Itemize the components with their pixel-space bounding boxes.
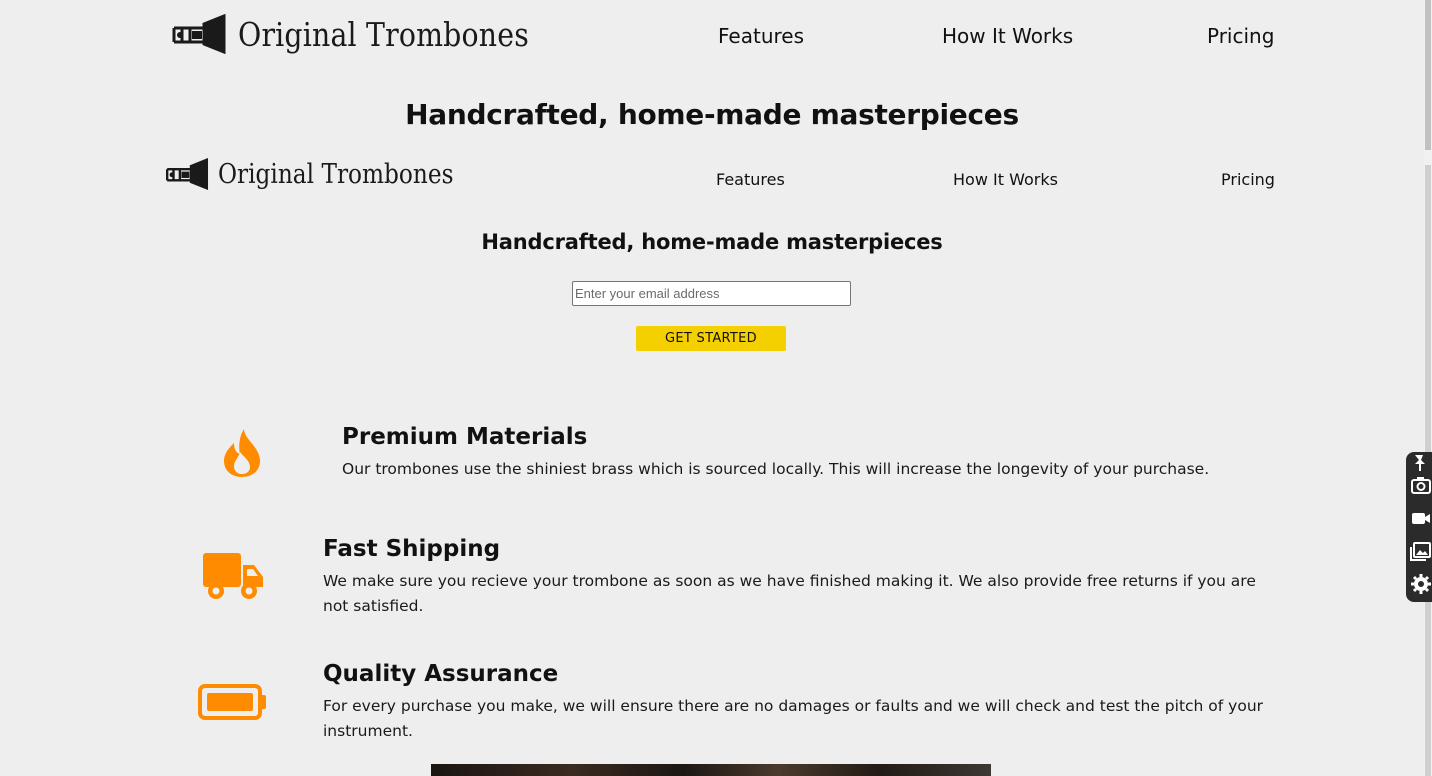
logo-text: Original Trombones: [238, 14, 529, 54]
nav-how-it-works-link[interactable]: How It Works: [953, 170, 1058, 189]
logo-repeat[interactable]: Original Trombones: [164, 158, 492, 190]
side-toolbar: [1406, 452, 1432, 602]
nav-features-link[interactable]: Features: [716, 170, 785, 189]
scrollbar-thumb[interactable]: [1425, 0, 1431, 150]
section-headline: Handcrafted, home-made masterpieces: [481, 230, 943, 254]
page: Original Trombones Features How It Works…: [0, 0, 1432, 776]
nav-pricing-link[interactable]: Pricing: [1207, 24, 1274, 48]
email-field[interactable]: [572, 281, 851, 306]
logo-text: Original Trombones: [218, 158, 454, 190]
feature-description: Our trombones use the shiniest brass whi…: [342, 460, 1210, 478]
camera-icon[interactable]: [1409, 474, 1431, 496]
feature-description: We make sure you recieve your trombone a…: [323, 572, 1256, 615]
video-icon[interactable]: [1409, 507, 1431, 529]
get-started-button[interactable]: GET STARTED: [636, 326, 786, 351]
feature-title: Quality Assurance: [323, 661, 559, 687]
top-header: Original Trombones Features How It Works…: [0, 0, 1424, 76]
nav-how-it-works-link[interactable]: How It Works: [942, 24, 1073, 48]
battery-icon: [198, 684, 266, 720]
feature-title: Fast Shipping: [323, 536, 501, 562]
gallery-icon[interactable]: [1409, 540, 1431, 562]
truck-icon: [203, 553, 263, 599]
feature-description: For every purchase you make, we will ens…: [323, 697, 1264, 740]
fire-icon: [224, 429, 260, 477]
feature-title: Premium Materials: [342, 424, 588, 450]
nav-pricing-link[interactable]: Pricing: [1221, 170, 1275, 189]
logo[interactable]: Original Trombones: [170, 14, 576, 54]
pin-icon[interactable]: [1409, 452, 1431, 474]
settings-icon[interactable]: [1409, 572, 1431, 594]
page-headline: Handcrafted, home-made masterpieces: [405, 98, 1019, 131]
trombone-icon: [165, 158, 209, 190]
scrollbar[interactable]: [1424, 0, 1432, 776]
trombone-icon: [172, 14, 226, 54]
video-preview[interactable]: [431, 764, 991, 776]
nav-features-link[interactable]: Features: [718, 24, 804, 48]
